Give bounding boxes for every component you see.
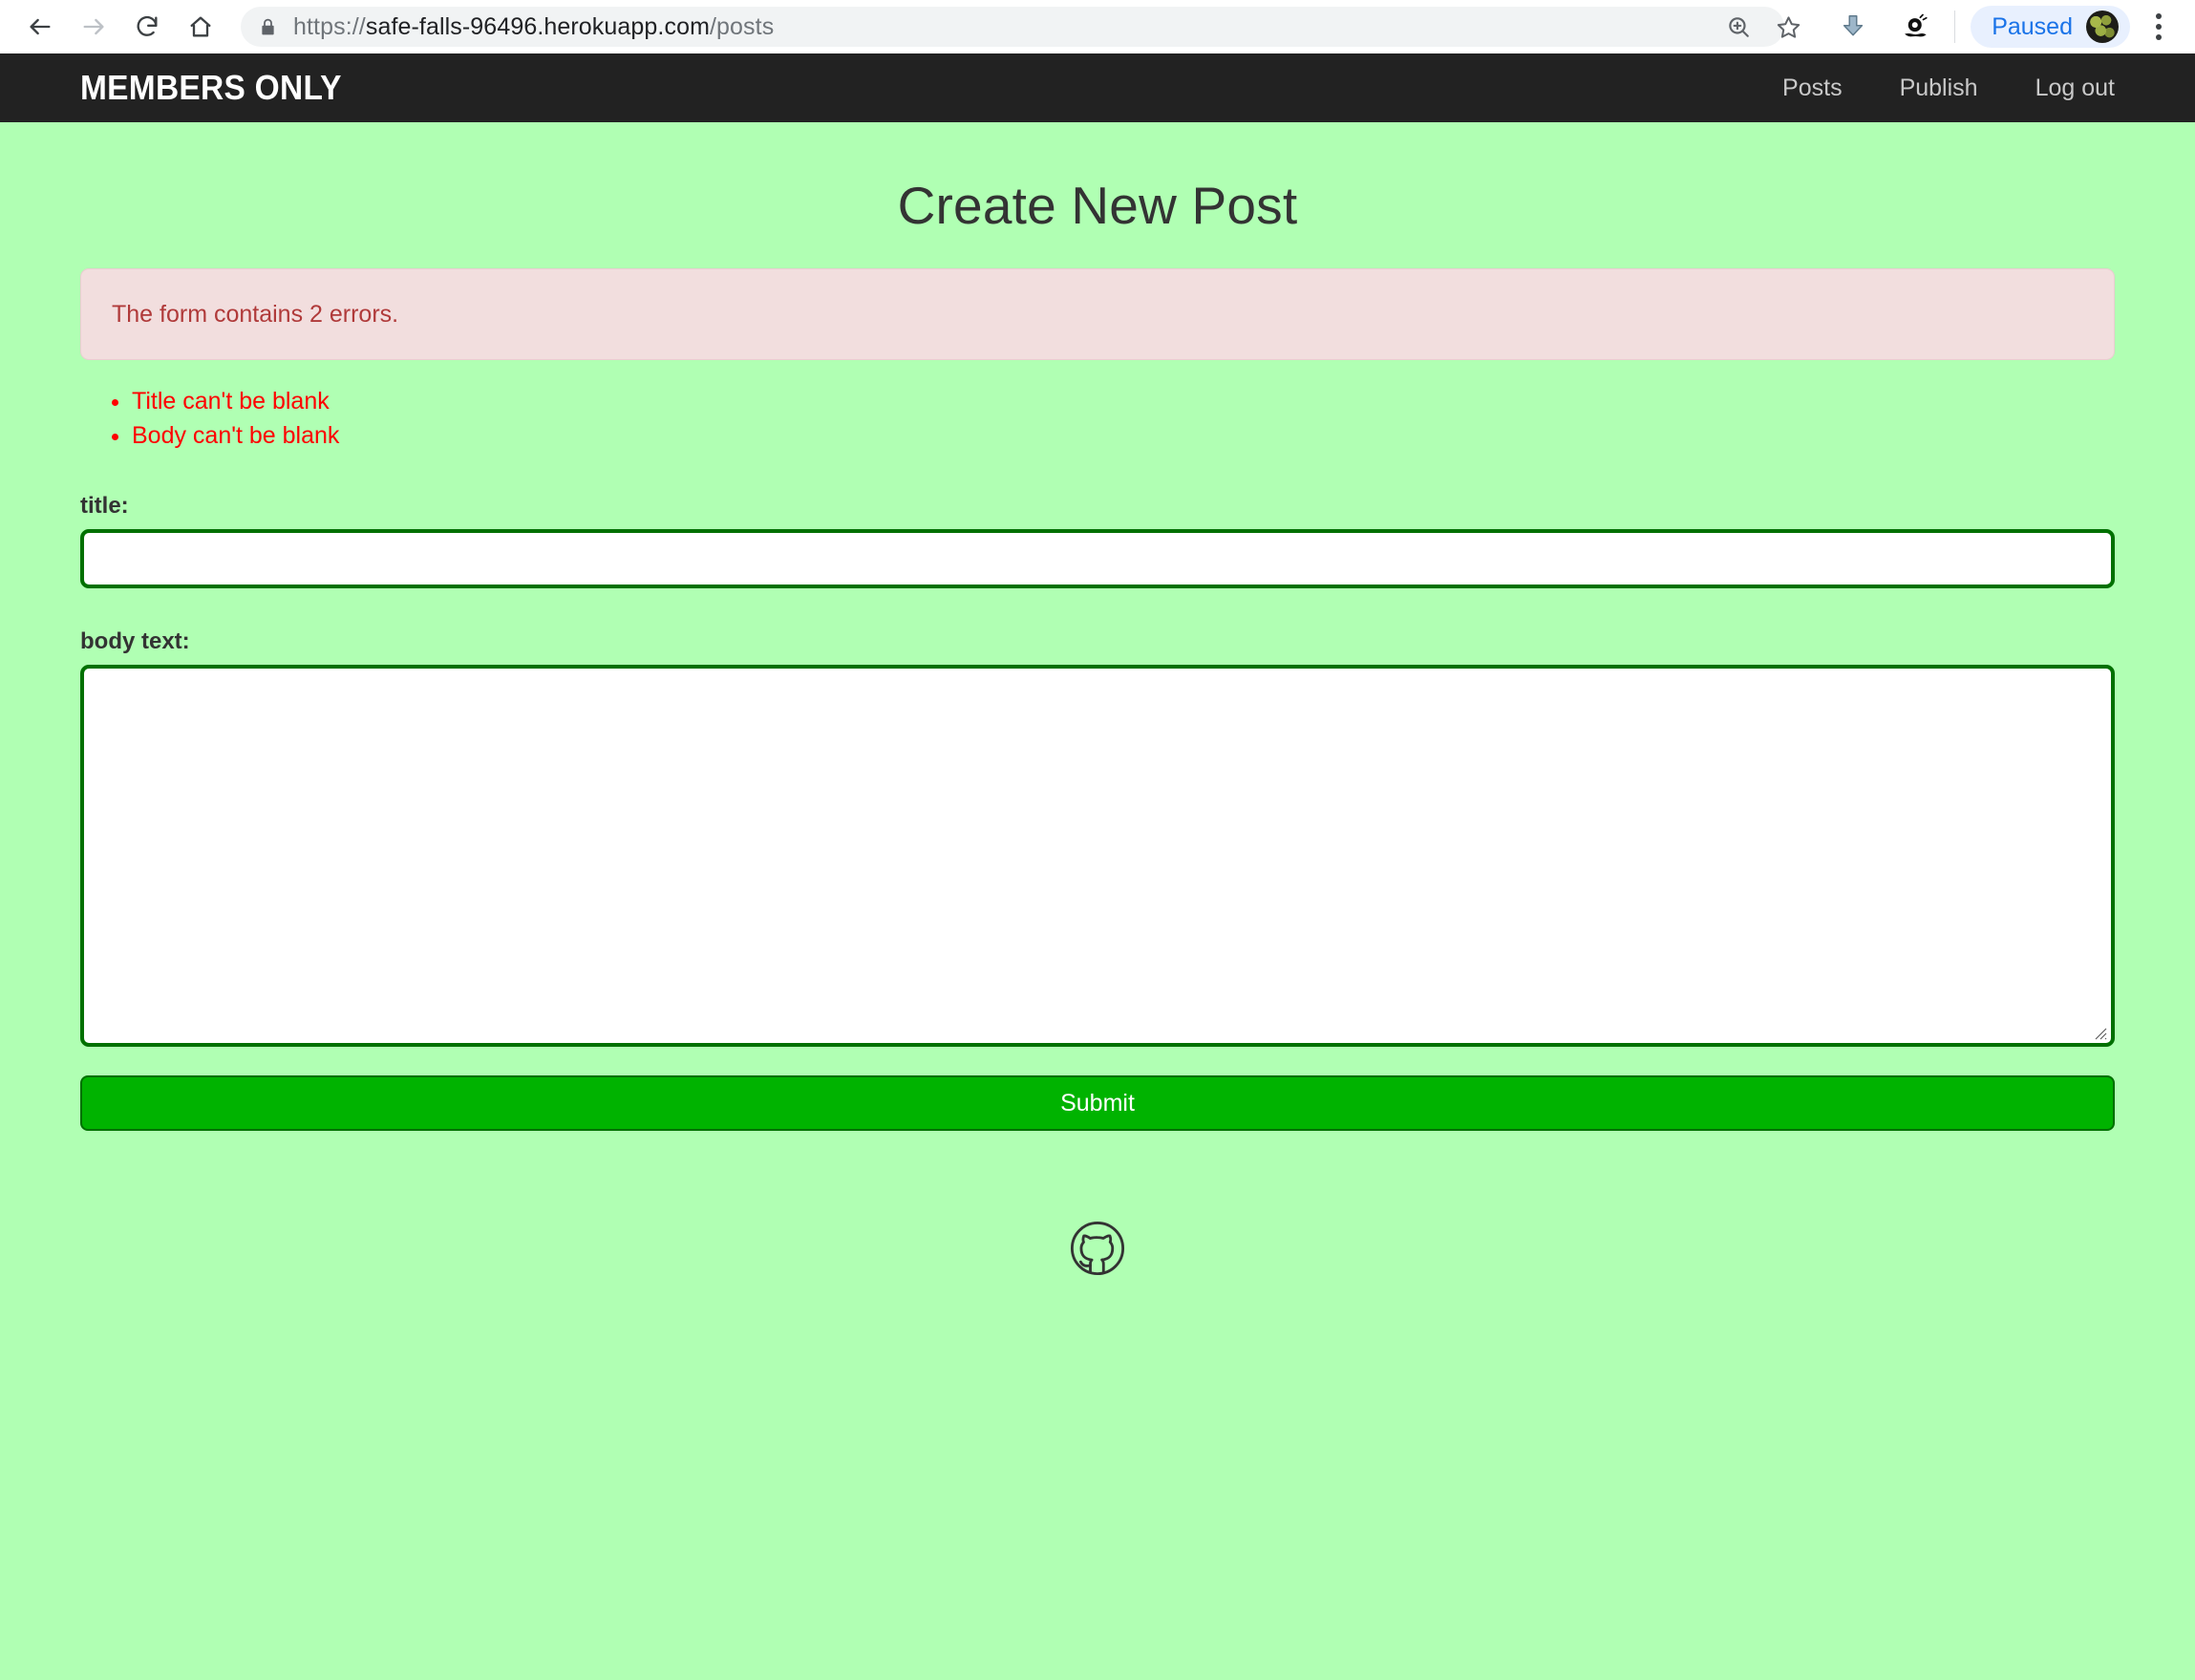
title-field-label: title:	[80, 493, 129, 519]
nav-link-posts[interactable]: Posts	[1782, 74, 1843, 102]
zoom-in-icon	[1726, 14, 1751, 39]
extension-actions	[1830, 4, 1939, 50]
reload-icon	[134, 13, 160, 40]
error-list-item: Body can't be blank	[132, 419, 2115, 454]
kebab-menu-icon	[2156, 24, 2162, 30]
download-arrow-icon	[1839, 12, 1867, 41]
address-bar[interactable]: https://safe-falls-96496.herokuapp.com/p…	[241, 7, 1785, 47]
url-text: https://safe-falls-96496.herokuapp.com/p…	[293, 13, 774, 41]
browser-nav-buttons	[17, 4, 224, 50]
error-list: Title can't be blank Body can't be blank	[80, 385, 2115, 453]
browser-menu-button[interactable]	[2140, 4, 2178, 50]
profile-avatar	[2086, 11, 2119, 43]
site-navbar: MEMBERS ONLY Posts Publish Log out	[0, 53, 2195, 122]
nav-link-logout[interactable]: Log out	[2035, 74, 2115, 102]
home-icon	[187, 13, 214, 40]
github-link[interactable]	[1068, 1219, 1127, 1278]
forward-arrow-icon	[80, 13, 107, 40]
browser-toolbar: https://safe-falls-96496.herokuapp.com/p…	[0, 0, 2195, 53]
back-arrow-icon	[27, 13, 53, 40]
github-icon	[1068, 1221, 1127, 1282]
body-textarea[interactable]	[80, 665, 2115, 1047]
home-button[interactable]	[178, 4, 224, 50]
error-alert-text: The form contains 2 errors.	[112, 300, 399, 328]
main-content: Create New Post The form contains 2 erro…	[0, 122, 2195, 1278]
body-field-label: body text:	[80, 628, 190, 654]
paused-label: Paused	[1992, 12, 2073, 40]
reload-button[interactable]	[124, 4, 170, 50]
forward-button[interactable]	[71, 4, 117, 50]
omnibox-actions	[1716, 4, 1811, 50]
page-title: Create New Post	[897, 176, 1298, 235]
snail-extension-icon	[1902, 12, 1930, 41]
bookmark-button[interactable]	[1765, 4, 1811, 50]
body-textarea-wrapper	[80, 665, 2115, 1047]
star-icon	[1776, 14, 1801, 40]
title-input[interactable]	[80, 529, 2115, 588]
site-nav-links: Posts Publish Log out	[1782, 74, 2115, 102]
url-scheme: https://	[293, 12, 366, 40]
download-button[interactable]	[1830, 4, 1876, 50]
toolbar-divider	[1954, 11, 1956, 43]
lock-icon	[258, 17, 278, 37]
kebab-menu-icon	[2156, 13, 2162, 19]
url-host: safe-falls-96496.herokuapp.com	[365, 12, 710, 40]
page-footer	[80, 1131, 2115, 1278]
nav-link-publish[interactable]: Publish	[1900, 74, 1978, 102]
zoom-button[interactable]	[1716, 4, 1761, 50]
back-button[interactable]	[17, 4, 63, 50]
url-path: /posts	[710, 12, 775, 40]
extension-button[interactable]	[1893, 4, 1939, 50]
submit-button[interactable]: Submit	[80, 1075, 2115, 1131]
error-alert: The form contains 2 errors.	[80, 268, 2115, 360]
profile-paused-button[interactable]: Paused	[1971, 6, 2130, 48]
error-list-item: Title can't be blank	[132, 385, 2115, 419]
kebab-menu-icon	[2156, 34, 2162, 40]
site-brand[interactable]: MEMBERS ONLY	[80, 68, 342, 108]
